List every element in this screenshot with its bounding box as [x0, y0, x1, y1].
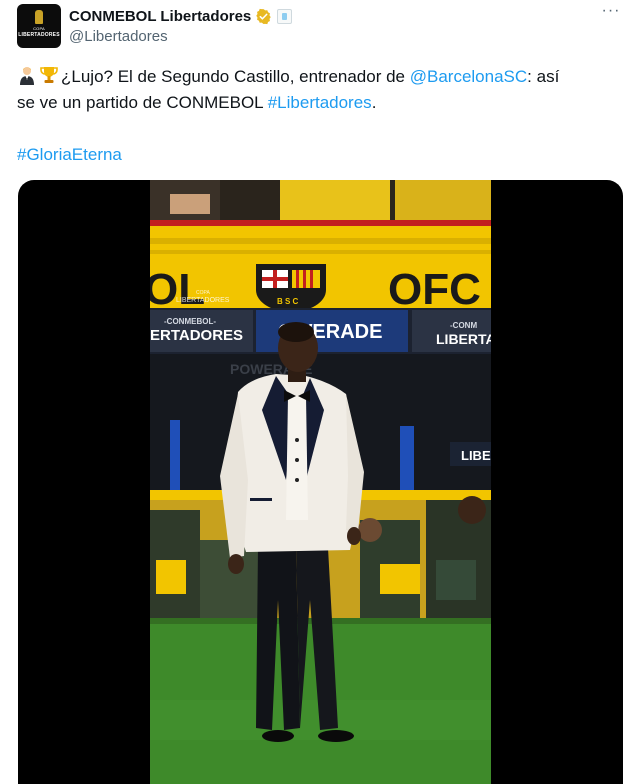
- fan-yellow-shirt: [280, 180, 390, 224]
- tweet-line-1: ¿Lujo? El de Segundo Castillo, entrenado…: [17, 64, 623, 90]
- man-in-tuxedo-icon: [20, 67, 34, 85]
- board-right-main: LIBERTA: [436, 331, 491, 347]
- verified-badge-icon[interactable]: [255, 8, 272, 25]
- board-left-main: ERTADORES: [150, 327, 243, 344]
- bench-player-3-head: [358, 518, 382, 542]
- video-player[interactable]: OL OFC B S C COPA LIBERTADORES -CONMEBOL…: [18, 180, 623, 784]
- tweet-line2-tail: .: [371, 93, 377, 112]
- trophy-icon: [40, 67, 58, 83]
- fan-yellow-shirt-2: [395, 180, 491, 220]
- tweet-line2-text: se ve un partido de CONMEBOL: [17, 93, 268, 112]
- tweet-line-2: se ve un partido de CONMEBOL #Libertador…: [17, 90, 623, 116]
- barcelona-crest-icon: B S C: [256, 264, 326, 312]
- board-right-top: -CONM: [450, 321, 477, 330]
- watermark-main: LIBERTADORES: [176, 297, 230, 304]
- tweet-header: COPA LIBERTADORES CONMEBOL Libertadores …: [17, 3, 623, 50]
- board-left-top: -CONMEBOL-: [164, 317, 216, 326]
- video-frame[interactable]: OL OFC B S C COPA LIBERTADORES -CONMEBOL…: [150, 180, 491, 784]
- watermark-top: COPA: [196, 290, 210, 296]
- hashtag-link-libertadores[interactable]: #Libertadores: [268, 93, 372, 112]
- avatar[interactable]: COPA LIBERTADORES: [17, 4, 61, 48]
- bench-player-4-head: [458, 496, 486, 524]
- crest-text: B S C: [277, 297, 299, 306]
- player-yellow-shirt: [156, 560, 186, 594]
- tweet-line-3: #GloriaEterna: [17, 142, 623, 168]
- mention-link[interactable]: @BarcelonaSC: [410, 67, 527, 86]
- hashtag-link-gloriaeterna[interactable]: #GloriaEterna: [17, 145, 122, 164]
- trophy-logo-icon: [35, 10, 43, 24]
- blue-pillar-right: [400, 426, 414, 494]
- tweet-text: ¿Lujo? El de Segundo Castillo, entrenado…: [17, 64, 623, 168]
- player-green-jacket: [436, 560, 476, 600]
- display-name[interactable]: CONMEBOL Libertadores: [69, 8, 251, 25]
- affiliate-badge-icon[interactable]: [277, 8, 293, 24]
- banner-red-stripe: [150, 220, 491, 226]
- tweet-line1-tail: : así: [527, 67, 560, 86]
- handle[interactable]: @Libertadores: [69, 28, 168, 45]
- side-board-text: LIBE: [461, 448, 491, 463]
- blue-pillar-left: [170, 420, 180, 490]
- tweet-line1-text: ¿Lujo? El de Segundo Castillo, entrenado…: [61, 67, 410, 86]
- video-scene: OL OFC B S C COPA LIBERTADORES -CONMEBOL…: [150, 180, 491, 784]
- player-yellow-shirt-2: [380, 564, 420, 594]
- name-row: CONMEBOL Libertadores: [69, 6, 293, 26]
- avatar-line2: LIBERTADORES: [18, 32, 60, 38]
- banner-text-right: OFC: [388, 265, 481, 314]
- more-options-icon[interactable]: ···: [599, 3, 623, 24]
- fan-arms: [170, 194, 210, 214]
